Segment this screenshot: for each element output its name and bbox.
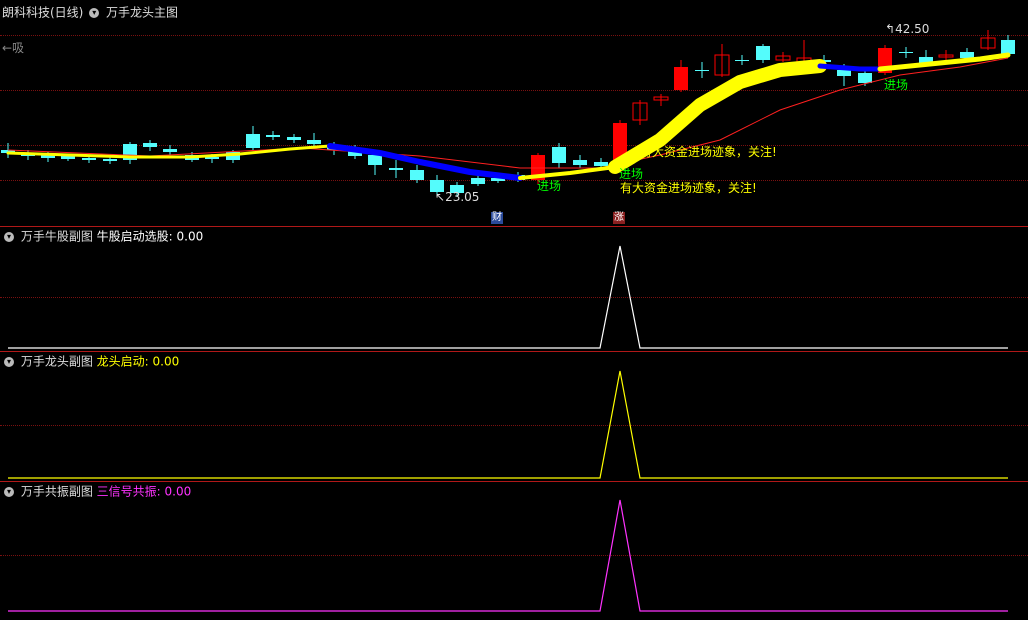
candle-body <box>143 143 157 147</box>
capital-inflow-message: 有大资金进场迹象，关注! <box>640 145 777 159</box>
candle-body <box>103 159 117 161</box>
sub2-header: ▾ 万手龙头副图 龙头启动: 0.00 <box>2 353 179 369</box>
sub3-signal-line <box>8 499 1008 612</box>
candle-body <box>307 140 321 144</box>
candle-body <box>1001 40 1015 54</box>
high-price-value: 42.50 <box>895 22 930 36</box>
sub2-title[interactable]: 万手龙头副图 <box>21 355 93 369</box>
candlestick-series <box>1 30 1015 197</box>
candle-body <box>287 137 301 140</box>
capital-inflow-message: 有大资金进场迹象，关注! <box>620 181 757 195</box>
sub3-header: ▾ 万手共振副图 三信号共振: 0.00 <box>2 483 191 499</box>
candle-body <box>163 149 177 152</box>
candle-body <box>246 134 260 148</box>
candle-body <box>674 67 688 90</box>
sub-indicator-lines <box>8 245 1008 612</box>
candle-body <box>389 168 403 170</box>
ma-falling-segment <box>327 143 523 181</box>
candle-body <box>858 73 872 83</box>
sub2-label: 龙头启动: <box>96 354 149 369</box>
finance-badge[interactable]: 财 <box>491 212 503 224</box>
sub3-value: 0.00 <box>164 484 192 499</box>
entry-signal-label: 进场 <box>537 179 562 193</box>
candle-body <box>735 60 749 61</box>
candle-body <box>410 170 424 180</box>
sub1-title[interactable]: 万手牛股副图 <box>21 230 93 244</box>
candle-body <box>756 46 770 60</box>
candle-body <box>573 160 587 165</box>
sub1-label: 牛股启动选股: <box>96 229 173 244</box>
sub2-signal-line <box>8 370 1008 479</box>
time-axis-bar[interactable] <box>0 614 1028 620</box>
sub1-value: 0.00 <box>176 229 204 244</box>
candle-body <box>552 147 566 163</box>
candle-body <box>82 158 96 160</box>
indicator-settings-icon[interactable]: ▾ <box>4 486 14 497</box>
low-price-value: 23.05 <box>445 190 480 204</box>
high-price-label: ↰42.50 <box>885 22 930 36</box>
sub1-signal-line <box>8 245 1008 349</box>
low-price-label: ↖23.05 <box>435 190 480 204</box>
sub1-header: ▾ 万手牛股副图 牛股启动选股: 0.00 <box>2 228 203 244</box>
candle-body <box>899 52 913 53</box>
sub2-value: 0.00 <box>152 354 180 369</box>
indicator-settings-icon[interactable]: ▾ <box>4 231 14 242</box>
candle-body <box>837 70 851 76</box>
chart-canvas[interactable] <box>0 0 1028 620</box>
candle-body <box>960 52 974 58</box>
sub3-label: 三信号共振: <box>96 484 161 499</box>
sub3-title[interactable]: 万手共振副图 <box>21 485 93 499</box>
candle-body <box>471 178 485 184</box>
candle-body <box>594 162 608 166</box>
limit-up-badge[interactable]: 涨 <box>613 212 625 224</box>
indicator-settings-icon[interactable]: ▾ <box>4 356 14 367</box>
ma-falling-segment <box>817 63 883 72</box>
entry-signal-label: 进场 <box>884 78 909 92</box>
candle-body <box>368 155 382 165</box>
candle-body <box>266 135 280 137</box>
candle-body <box>695 70 709 71</box>
